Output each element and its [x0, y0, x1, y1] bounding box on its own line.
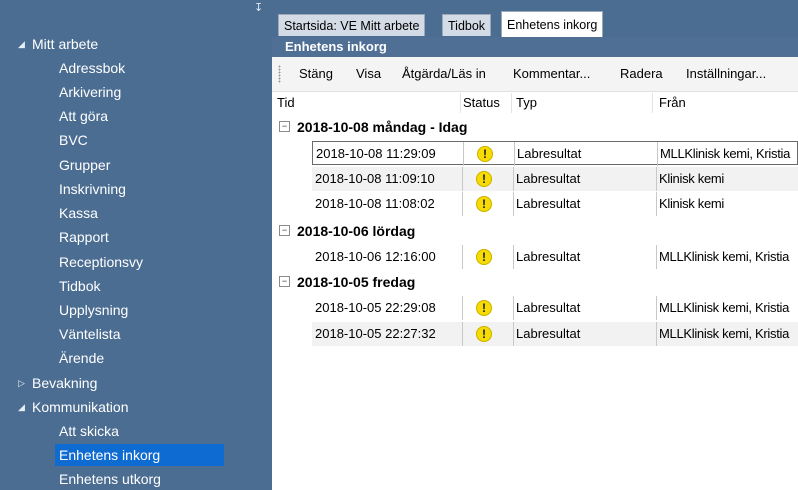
warning-icon: ! [476, 300, 492, 316]
expand-arrow-icon: ▷ [18, 378, 25, 388]
handle-read-button[interactable]: Åtgärda/Läs in [402, 65, 486, 83]
cell-type: Labresultat [516, 326, 581, 341]
tab-startsida[interactable]: Startsida: VE Mitt arbete [278, 14, 426, 36]
table-row[interactable]: 2018-10-08 11:29:09 ! Labresultat MLLKli… [312, 141, 798, 166]
table-row[interactable]: 2018-10-05 22:29:08 ! Labresultat MLLKli… [312, 296, 798, 320]
nav-item-upplysning[interactable]: Upplysning [57, 299, 136, 321]
cell-status: ! [462, 245, 514, 269]
table-row[interactable]: 2018-10-08 11:08:02 ! Labresultat Klinis… [312, 192, 798, 216]
nav-group-label: Bevakning [32, 375, 98, 391]
cell-time: 2018-10-05 22:27:32 [315, 326, 436, 341]
cell-status: ! [463, 142, 515, 166]
table-row[interactable]: 2018-10-05 22:27:32 ! Labresultat MLLKli… [312, 322, 798, 346]
collapse-icon[interactable]: − [279, 121, 290, 132]
nav-item-grupper[interactable]: Grupper [57, 154, 118, 176]
group-label: 2018-10-06 lördag [297, 223, 416, 239]
nav-item-arende[interactable]: Ärende [57, 347, 112, 369]
cell-time: 2018-10-06 12:16:00 [315, 249, 436, 264]
collapse-arrow-icon: ◢ [18, 39, 25, 49]
nav-item-enhetens-utkorg[interactable]: Enhetens utkorg [57, 468, 169, 490]
cell-from: MLLKlinisk kemi, Kristia [656, 296, 798, 320]
cell-status: ! [462, 296, 514, 320]
cell-time: 2018-10-08 11:08:02 [315, 196, 435, 211]
cell-from: Klinisk kemi [656, 167, 798, 191]
cell-time: 2018-10-05 22:29:08 [315, 300, 436, 315]
toolbar-grip-icon[interactable] [278, 65, 281, 83]
nav-item-kassa[interactable]: Kassa [57, 202, 106, 224]
cell-from: MLLKlinisk kemi, Kristia [656, 245, 798, 269]
cell-from: MLLKlinisk kemi, Kristia [656, 322, 798, 346]
nav-group-label: Kommunikation [32, 399, 129, 415]
cell-type: Labresultat [516, 249, 581, 264]
nav-item-inskrivning[interactable]: Inskrivning [57, 178, 134, 200]
nav-item-rapport[interactable]: Rapport [57, 226, 117, 248]
column-header-status[interactable]: Status [463, 93, 500, 113]
column-separator[interactable] [511, 93, 512, 113]
nav-item-arkivering[interactable]: Arkivering [57, 81, 129, 103]
nav-group-label: Mitt arbete [32, 36, 99, 52]
cell-time: 2018-10-08 11:09:10 [315, 171, 435, 186]
warning-icon: ! [476, 249, 492, 265]
group-row-2018-10-08[interactable]: − 2018-10-08 måndag - Idag [272, 115, 798, 139]
group-label: 2018-10-08 måndag - Idag [297, 119, 468, 135]
delete-button[interactable]: Radera [620, 65, 663, 83]
panel-title: Enhetens inkorg [272, 37, 798, 57]
warning-icon: ! [476, 171, 492, 187]
cell-status: ! [462, 167, 514, 191]
collapse-arrow-icon: ◢ [18, 402, 25, 412]
sidebar: ↧ ◢ Mitt arbete Adressbok Arkivering Att … [0, 0, 272, 490]
warning-icon: ! [476, 196, 492, 212]
table-row[interactable]: 2018-10-08 11:09:10 ! Labresultat Klinis… [312, 167, 798, 191]
pin-icon[interactable]: ↧ [254, 2, 263, 14]
table-row[interactable]: 2018-10-06 12:16:00 ! Labresultat MLLKli… [312, 245, 798, 269]
nav-item-enhetens-inkorg[interactable]: Enhetens inkorg [55, 444, 224, 466]
cell-type: Labresultat [516, 300, 581, 315]
warning-icon: ! [476, 326, 492, 342]
view-button[interactable]: Visa [356, 65, 381, 83]
nav-item-att-gora[interactable]: Att göra [57, 105, 116, 127]
tab-tidbok[interactable]: Tidbok [442, 14, 492, 36]
column-separator[interactable] [460, 93, 461, 113]
cell-from: Klinisk kemi [656, 192, 798, 216]
nav-item-receptionsvy[interactable]: Receptionsvy [57, 251, 151, 273]
nav-item-adressbok[interactable]: Adressbok [57, 57, 133, 79]
nav-group-bevakning[interactable]: ▷ Bevakning [18, 372, 97, 394]
nav-item-vantelista[interactable]: Väntelista [57, 323, 128, 345]
nav-item-bvc[interactable]: BVC [57, 129, 96, 151]
cell-type: Labresultat [516, 171, 581, 186]
cell-type: Labresultat [517, 146, 582, 161]
column-header-from[interactable]: Från [659, 93, 686, 113]
column-header-type[interactable]: Typ [516, 93, 537, 113]
cell-from: MLLKlinisk kemi, Kristia [657, 142, 798, 166]
tab-bar: Startsida: VE Mitt arbete Tidbok Enheten… [272, 0, 798, 37]
nav-item-tidbok[interactable]: Tidbok [57, 275, 109, 297]
collapse-icon[interactable]: − [279, 276, 290, 287]
group-row-2018-10-05[interactable]: − 2018-10-05 fredag [272, 270, 798, 294]
nav-item-att-skicka[interactable]: Att skicka [57, 420, 127, 442]
nav-group-mitt-arbete[interactable]: ◢ Mitt arbete [18, 33, 98, 55]
warning-icon: ! [477, 146, 493, 162]
settings-button[interactable]: Inställningar... [686, 65, 766, 83]
comment-button[interactable]: Kommentar... [513, 65, 590, 83]
nav-group-kommunikation[interactable]: ◢ Kommunikation [18, 396, 129, 418]
cell-status: ! [462, 192, 514, 216]
close-button[interactable]: Stäng [299, 65, 333, 83]
group-row-2018-10-06[interactable]: − 2018-10-06 lördag [272, 219, 798, 243]
cell-type: Labresultat [516, 196, 581, 211]
group-label: 2018-10-05 fredag [297, 274, 416, 290]
toolbar: Stäng Visa Åtgärda/Läs in Kommentar... R… [272, 57, 798, 92]
collapse-icon[interactable]: − [279, 225, 290, 236]
cell-time: 2018-10-08 11:29:09 [316, 146, 436, 161]
cell-status: ! [462, 322, 514, 346]
column-header-time[interactable]: Tid [277, 93, 295, 113]
column-separator[interactable] [652, 93, 653, 113]
tab-enhetens-inkorg[interactable]: Enhetens inkorg [501, 11, 604, 37]
